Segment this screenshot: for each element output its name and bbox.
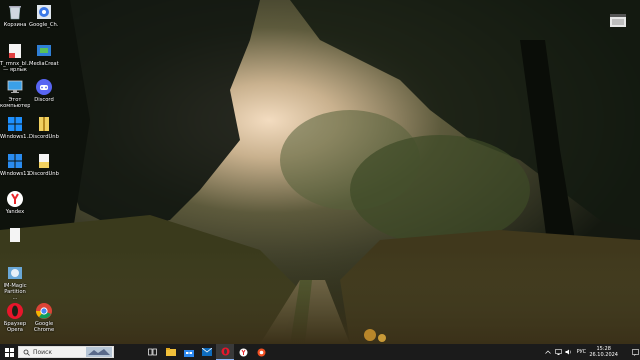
search-icon xyxy=(23,349,30,356)
folder-icon xyxy=(166,348,176,356)
windows-logo-icon xyxy=(6,115,24,133)
opera-icon xyxy=(6,302,24,320)
media-creation-icon xyxy=(35,42,53,60)
desktop-wallpaper xyxy=(0,0,640,344)
file-shortcut[interactable]: Т_rmnx_bl... — ярлык xyxy=(0,42,30,73)
task-view-icon xyxy=(147,348,157,356)
shortcut-label: Браузер Opera xyxy=(3,321,27,333)
shortcut-label: Windows11... xyxy=(0,171,30,177)
yandex-browser-icon xyxy=(239,348,247,356)
clock-date: 26.10.2024 xyxy=(589,352,618,358)
recycle-bin-shortcut[interactable]: Корзина xyxy=(0,3,30,28)
document-shortcut-icon xyxy=(6,42,24,60)
network-button[interactable] xyxy=(553,344,563,360)
shortcut-label: Т_rmnx_bl... — ярлык xyxy=(0,61,30,73)
windows-media-shortcut[interactable]: Windows1... xyxy=(0,115,30,140)
start-button[interactable] xyxy=(2,344,16,360)
recycle-bin-icon xyxy=(6,3,24,21)
shortcut-label: Google_Ch... xyxy=(29,22,59,28)
chevron-up-icon xyxy=(545,350,552,354)
desktop-icon-grid: Корзина Google_Ch... Т_rmnx_bl... — ярлы… xyxy=(0,0,62,340)
store-icon xyxy=(184,349,194,357)
discord-icon xyxy=(35,78,53,96)
notifications-button[interactable] xyxy=(630,344,640,360)
chrome-icon xyxy=(35,302,53,320)
shortcut-label: Корзина xyxy=(3,22,27,28)
video-clip-icon xyxy=(608,10,628,30)
discord-unblock-shortcut-2[interactable]: DiscordUnb... xyxy=(29,152,59,177)
system-tray: РУС 15:28 26.10.2024 xyxy=(543,344,640,360)
taskbar-store[interactable] xyxy=(180,344,198,360)
installer-icon xyxy=(35,3,53,21)
taskbar-search-box[interactable]: Поиск xyxy=(18,346,114,358)
search-highlight-icon xyxy=(86,347,112,357)
partition-tool-icon xyxy=(6,264,24,282)
speaker-icon xyxy=(565,349,571,355)
mail-icon xyxy=(202,348,212,356)
yandex-shortcut[interactable]: Yandex xyxy=(0,190,30,215)
google-chrome-installer-shortcut[interactable]: Google_Ch... xyxy=(29,3,59,28)
shortcut-label: Yandex xyxy=(5,209,25,215)
shortcut-label: IM-Magic Partition ... xyxy=(3,283,27,301)
yandex-browser-icon xyxy=(6,190,24,208)
shortcut-label: DiscordUnb... xyxy=(29,171,59,177)
computer-icon xyxy=(6,78,24,96)
taskbar-clock[interactable]: 15:28 26.10.2024 xyxy=(589,346,618,358)
archive-file-icon xyxy=(35,152,53,170)
windows11-shortcut[interactable]: Windows11... xyxy=(0,152,30,177)
task-view-button[interactable] xyxy=(142,344,162,360)
search-placeholder: Поиск xyxy=(33,348,53,356)
shortcut-label: MediaCreat... xyxy=(29,61,59,67)
google-chrome-shortcut[interactable]: Google Chrome xyxy=(29,302,59,333)
archive-file-icon xyxy=(35,115,53,133)
shortcut-label: DiscordUnb... xyxy=(29,134,59,140)
shortcut-label: Этот компьютер xyxy=(0,97,30,109)
opera-icon xyxy=(221,347,229,356)
opera-browser-shortcut[interactable]: Браузер Opera xyxy=(0,302,30,333)
language-indicator: РУС xyxy=(576,349,587,355)
this-pc-shortcut[interactable]: Этот компьютер xyxy=(0,78,30,109)
tray-overflow-button[interactable] xyxy=(543,344,553,360)
taskbar-file-explorer[interactable] xyxy=(162,344,180,360)
blank-document-icon xyxy=(6,226,24,244)
shortcut-label: Windows1... xyxy=(0,134,30,140)
windows-start-icon xyxy=(4,347,14,357)
taskbar-app[interactable] xyxy=(252,344,270,360)
im-magic-partition-shortcut[interactable]: IM-Magic Partition ... xyxy=(0,264,30,301)
shortcut-label: Discord xyxy=(34,97,54,103)
language-switch[interactable]: РУС xyxy=(573,344,589,360)
taskbar-yandex[interactable] xyxy=(234,344,252,360)
media-creation-tool-shortcut[interactable]: MediaCreat... xyxy=(29,42,59,67)
discord-shortcut[interactable]: Discord xyxy=(29,78,59,103)
taskbar-opera-active[interactable] xyxy=(216,344,234,360)
blank-file-shortcut[interactable] xyxy=(0,226,30,245)
app-icon xyxy=(257,348,265,356)
notification-icon xyxy=(631,348,639,356)
discord-unblock-shortcut-1[interactable]: DiscordUnb... xyxy=(29,115,59,140)
network-icon xyxy=(555,349,562,355)
windows-logo-icon xyxy=(6,152,24,170)
volume-button[interactable] xyxy=(563,344,573,360)
shortcut-label: Google Chrome xyxy=(33,321,55,333)
taskbar-mail[interactable] xyxy=(198,344,216,360)
